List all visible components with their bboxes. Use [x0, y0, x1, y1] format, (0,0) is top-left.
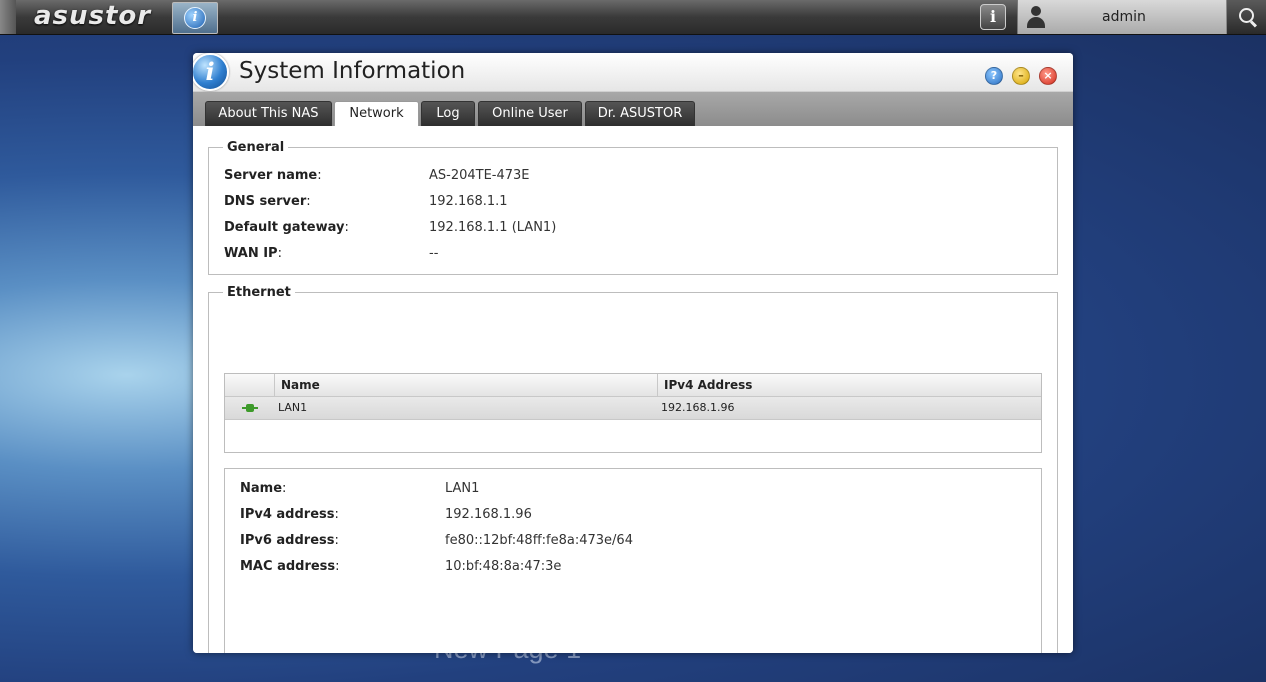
ethernet-connected-icon [242, 404, 258, 412]
top-bar: asustor i i admin [0, 0, 1266, 35]
detail-mac-value: 10:bf:48:8a:47:3e [445, 559, 562, 574]
detail-name-value: LAN1 [445, 481, 480, 496]
interface-detail-panel [224, 468, 1042, 653]
info-icon: i [193, 53, 229, 91]
ethernet-table: Name IPv4 Address LAN1 192.168.1.96 [224, 373, 1042, 453]
column-header-name[interactable]: Name [281, 378, 320, 392]
username-label: admin [1102, 9, 1146, 25]
table-row[interactable]: LAN1 192.168.1.96 [225, 397, 1041, 420]
asustor-logo: asustor [34, 1, 152, 31]
general-section: General [208, 140, 1058, 275]
tab-content-network: General Server name: AS-204TE-473E DNS s… [193, 126, 1073, 653]
dns-server-value: 192.168.1.1 [429, 194, 508, 209]
detail-ipv4-label: IPv4 address: [240, 507, 339, 522]
default-gateway-value: 192.168.1.1 (LAN1) [429, 220, 557, 235]
system-information-app-button[interactable]: i [172, 2, 218, 34]
detail-ipv6-value: fe80::12bf:48ff:fe8a:473e/64 [445, 533, 633, 548]
wan-ip-label: WAN IP: [224, 246, 282, 261]
tab-network[interactable]: Network [334, 101, 419, 127]
row-name: LAN1 [278, 401, 308, 414]
minimize-button[interactable]: – [1012, 67, 1030, 85]
detail-ipv6-label: IPv6 address: [240, 533, 339, 548]
taskbar-handle[interactable] [0, 0, 16, 34]
close-button[interactable]: × [1039, 67, 1057, 85]
detail-mac-label: MAC address: [240, 559, 340, 574]
tab-log[interactable]: Log [421, 101, 475, 126]
row-ipv4: 192.168.1.96 [661, 401, 735, 414]
search-button[interactable] [1226, 0, 1266, 34]
detail-ipv4-value: 192.168.1.96 [445, 507, 532, 522]
tab-about-this-nas[interactable]: About This NAS [205, 101, 332, 126]
info-icon: i [184, 7, 206, 29]
tab-bar: About This NAS Network Log Online User D… [193, 92, 1073, 127]
server-name-label: Server name: [224, 168, 322, 183]
user-avatar-icon [1026, 6, 1046, 28]
notification-info-button[interactable]: i [980, 4, 1006, 30]
wan-ip-value: -- [429, 246, 439, 261]
ethernet-table-header: Name IPv4 Address [225, 374, 1041, 397]
ethernet-legend: Ethernet [227, 285, 291, 300]
user-menu[interactable]: admin [1017, 0, 1226, 34]
system-information-window: i System Information ? – × About This NA… [193, 53, 1073, 653]
window-title: System Information [239, 58, 466, 84]
help-button[interactable]: ? [985, 67, 1003, 85]
server-name-value: AS-204TE-473E [429, 168, 530, 183]
column-header-ipv4[interactable]: IPv4 Address [664, 378, 752, 392]
tab-dr-asustor[interactable]: Dr. ASUSTOR [585, 101, 695, 126]
default-gateway-label: Default gateway: [224, 220, 349, 235]
detail-name-label: Name: [240, 481, 287, 496]
window-titlebar[interactable]: i System Information ? – × [193, 53, 1073, 92]
general-legend: General [227, 140, 285, 155]
info-icon: i [989, 7, 997, 26]
dns-server-label: DNS server: [224, 194, 311, 209]
tab-online-user[interactable]: Online User [478, 101, 582, 126]
